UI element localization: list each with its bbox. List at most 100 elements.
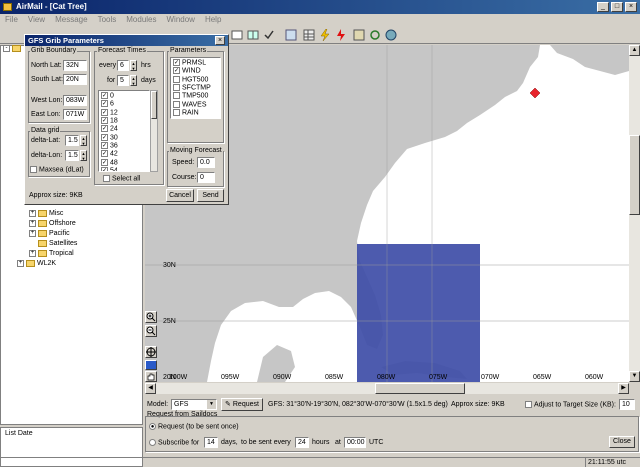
tree-item-satellites[interactable]: Satellites bbox=[38, 239, 77, 248]
delta-lon-spinner-icon[interactable]: ▲ ▼ bbox=[80, 150, 87, 161]
checkbox-icon[interactable] bbox=[103, 175, 110, 182]
expand-icon[interactable]: + bbox=[29, 249, 36, 257]
send-button[interactable]: Send bbox=[197, 189, 224, 202]
forecast-time-item[interactable]: ✓ 30 bbox=[101, 133, 147, 142]
checkbox-checked-icon[interactable]: ✓ bbox=[101, 150, 108, 158]
zoom-out-icon[interactable] bbox=[145, 325, 157, 337]
select-all-checkbox[interactable]: Select all bbox=[103, 175, 140, 182]
checkbox-checked-icon[interactable]: ✓ bbox=[101, 125, 108, 133]
toolbar-tile-icon[interactable] bbox=[246, 28, 259, 41]
expand-icon[interactable]: + bbox=[29, 209, 36, 217]
forecast-time-item[interactable]: ✓ 36 bbox=[101, 142, 147, 150]
collapse-icon[interactable]: - bbox=[3, 45, 10, 52]
parameter-item-tmp500[interactable]: TMP500 bbox=[173, 92, 218, 100]
checkbox-icon[interactable] bbox=[173, 100, 180, 108]
south-lat-field[interactable]: 20N bbox=[63, 74, 87, 85]
expand-icon[interactable]: + bbox=[29, 229, 36, 237]
expand-icon[interactable]: + bbox=[29, 219, 36, 227]
subscribe-days-field[interactable]: 14 bbox=[204, 437, 218, 448]
crosshair-icon[interactable] bbox=[145, 346, 157, 358]
checkbox-icon[interactable] bbox=[173, 75, 180, 83]
map-vertical-scrollbar[interactable]: ▲ ▼ bbox=[629, 45, 640, 382]
tree-root[interactable]: - bbox=[3, 45, 23, 57]
for-days-field[interactable]: 5 bbox=[117, 75, 129, 86]
scroll-left-icon[interactable]: ◀ bbox=[145, 383, 156, 394]
subscribe-radio[interactable]: Subscribe for bbox=[149, 439, 199, 446]
close-window-button[interactable]: × bbox=[625, 2, 637, 12]
scroll-up-icon[interactable]: ▲ bbox=[629, 45, 640, 56]
dialog-close-icon[interactable]: × bbox=[215, 36, 225, 45]
checkbox-checked-icon[interactable]: ✓ bbox=[101, 100, 108, 108]
zoom-in-icon[interactable] bbox=[145, 311, 157, 323]
toolbar-lightning-icon[interactable] bbox=[318, 28, 331, 42]
menu-modules[interactable]: Modules bbox=[121, 14, 161, 26]
chevron-down-icon[interactable]: ▼ bbox=[207, 400, 216, 409]
north-lat-field[interactable]: 32N bbox=[63, 60, 87, 71]
forecast-time-item[interactable]: ✓ 54 bbox=[101, 167, 147, 171]
every-hours-field[interactable]: 6 bbox=[117, 60, 129, 71]
tree-item-pacific[interactable]: + Pacific bbox=[29, 229, 70, 238]
tree-item-misc[interactable]: + Misc bbox=[29, 209, 63, 218]
tree-item-wl2k[interactable]: + WL2K bbox=[17, 259, 56, 268]
toolbar-chart-icon[interactable] bbox=[284, 28, 297, 41]
forecast-time-item[interactable]: ✓ 18 bbox=[101, 117, 147, 125]
checkbox-checked-icon[interactable]: ✓ bbox=[101, 92, 108, 99]
horizontal-scroll-thumb[interactable] bbox=[375, 383, 465, 394]
east-lon-field[interactable]: 071W bbox=[63, 109, 87, 120]
menu-message[interactable]: Message bbox=[50, 14, 92, 26]
vertical-scroll-thumb[interactable] bbox=[629, 135, 640, 215]
select-box-icon[interactable] bbox=[145, 360, 157, 370]
checkbox-icon[interactable] bbox=[173, 109, 180, 117]
subscribe-time-field[interactable]: 00:00 bbox=[344, 437, 366, 448]
minimize-button[interactable]: _ bbox=[597, 2, 609, 12]
forecast-time-item[interactable]: ✓ 6 bbox=[101, 100, 147, 108]
tree-item-offshore[interactable]: + Offshore bbox=[29, 219, 76, 228]
forecast-time-item[interactable]: ✓ 0 bbox=[101, 92, 147, 100]
speed-field[interactable]: 0.0 bbox=[197, 157, 215, 168]
toolbar-globe-icon[interactable] bbox=[384, 28, 397, 41]
checkbox-icon[interactable] bbox=[173, 92, 180, 100]
toolbar-cascade-icon[interactable] bbox=[230, 28, 243, 41]
expand-icon[interactable]: + bbox=[17, 259, 24, 267]
tree-item-tropical[interactable]: + Tropical bbox=[29, 249, 74, 258]
checkbox-checked-icon[interactable]: ✓ bbox=[101, 142, 108, 150]
menu-help[interactable]: Help bbox=[200, 14, 226, 26]
checkbox-checked-icon[interactable]: ✓ bbox=[101, 158, 108, 166]
checkbox-checked-icon[interactable]: ✓ bbox=[101, 108, 108, 116]
checkbox-icon[interactable] bbox=[30, 166, 37, 173]
menu-file[interactable]: File bbox=[0, 14, 23, 26]
map-horizontal-scrollbar[interactable]: ◀ ▶ bbox=[145, 383, 629, 394]
checkbox-checked-icon[interactable]: ✓ bbox=[101, 117, 108, 125]
checkbox-checked-icon[interactable]: ✓ bbox=[101, 167, 108, 171]
course-field[interactable]: 0 bbox=[197, 172, 215, 183]
parameter-item-rain[interactable]: RAIN bbox=[173, 109, 218, 117]
checkbox-icon[interactable] bbox=[173, 84, 180, 92]
checkbox-icon[interactable] bbox=[525, 401, 532, 408]
forecast-times-list[interactable]: ✓ 0 ✓ 6 ✓ 12 ✓ 18 ✓ 24 ✓ 30 ✓ 36 ✓ 42 ✓ 48 ✓ 54 bbox=[98, 90, 150, 172]
parameter-item-wind[interactable]: ✓ WIND bbox=[173, 67, 218, 75]
parameter-item-prmsl[interactable]: ✓ PRMSL bbox=[173, 59, 218, 67]
target-size-field[interactable]: 10 bbox=[619, 399, 635, 410]
forecast-time-item[interactable]: ✓ 12 bbox=[101, 108, 147, 117]
maxsea-checkbox[interactable]: Maxsea (dLat) bbox=[30, 166, 84, 173]
delta-lat-spinner-icon[interactable]: ▲ ▼ bbox=[80, 135, 87, 146]
parameter-item-waves[interactable]: WAVES bbox=[173, 100, 218, 109]
delta-lon-field[interactable]: 1.5 bbox=[65, 150, 79, 161]
forecast-list-scrollbar[interactable] bbox=[150, 90, 158, 172]
forecast-time-item[interactable]: ✓ 42 bbox=[101, 150, 147, 158]
parameter-item-sfctmp[interactable]: SFCTMP bbox=[173, 84, 218, 92]
cancel-button[interactable]: Cancel bbox=[166, 189, 194, 202]
toolbar-check-icon[interactable] bbox=[262, 28, 275, 41]
parameter-item-hgt500[interactable]: HGT500 bbox=[173, 75, 218, 84]
scroll-right-icon[interactable]: ▶ bbox=[618, 383, 629, 394]
menu-window[interactable]: Window bbox=[162, 14, 200, 26]
model-select[interactable]: GFS ▼ bbox=[171, 399, 217, 410]
forecast-list-scroll-thumb[interactable] bbox=[151, 91, 157, 119]
every-spinner-icon[interactable]: ▲ ▼ bbox=[130, 60, 137, 71]
toolbar-grib-icon[interactable] bbox=[352, 28, 365, 41]
adjust-target-checkbox[interactable]: Adjust to Target Size (KB): bbox=[525, 401, 616, 408]
scroll-down-icon[interactable]: ▼ bbox=[629, 371, 640, 382]
checkbox-checked-icon[interactable]: ✓ bbox=[173, 67, 180, 75]
delta-lat-field[interactable]: 1.5 bbox=[65, 135, 79, 146]
request-once-radio[interactable]: ● Request (to be sent once) bbox=[149, 423, 239, 430]
